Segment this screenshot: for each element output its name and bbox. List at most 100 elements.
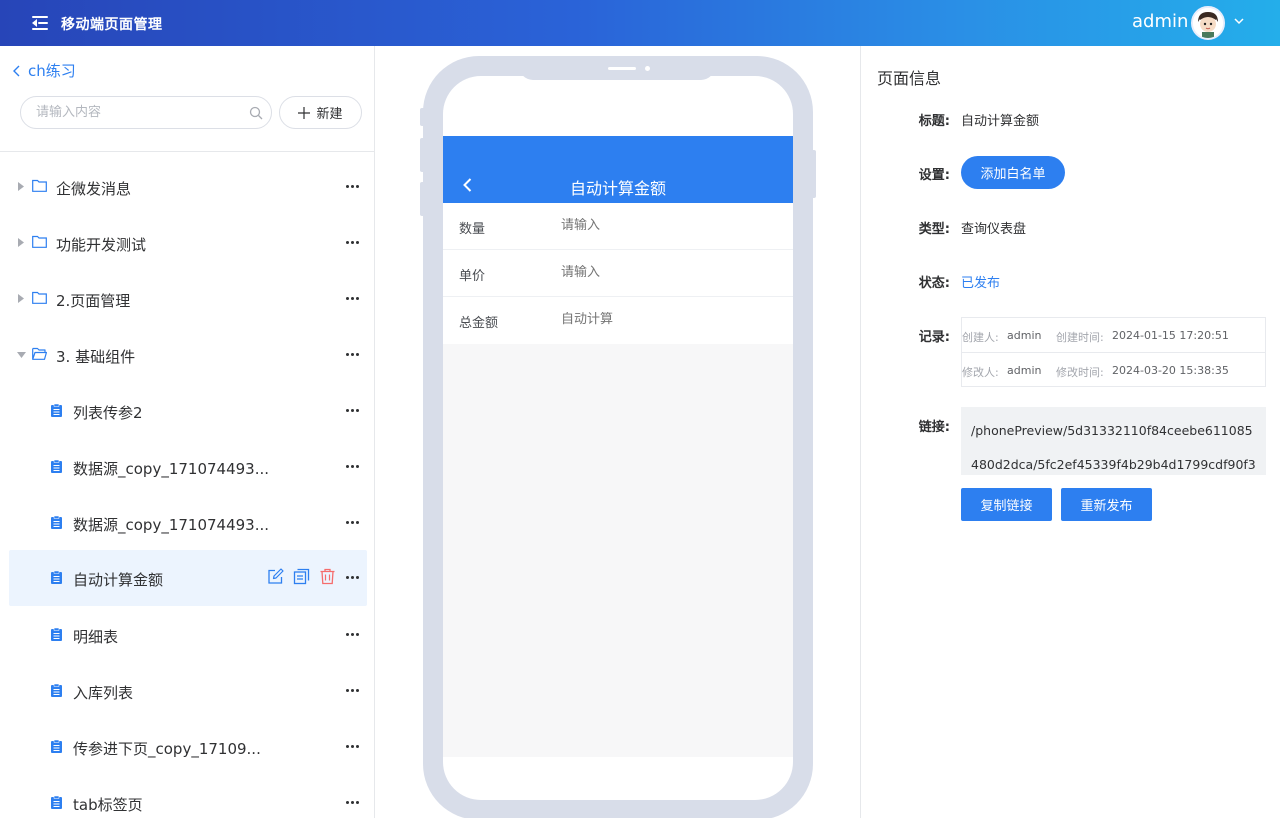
user-name[interactable]: admin	[1132, 11, 1188, 32]
new-button[interactable]: 新建	[279, 96, 362, 129]
more-icon[interactable]	[346, 576, 359, 579]
tree-item-folder[interactable]: 2.页面管理	[9, 271, 367, 327]
tree-item-page[interactable]: 传参进下页_copy_17109...	[9, 719, 367, 775]
caret-right-icon[interactable]	[18, 294, 24, 303]
tree-item-label: tab标签页	[73, 796, 143, 814]
title-value: 自动计算金额	[961, 114, 1040, 129]
document-icon	[51, 796, 62, 809]
tree-item-label: 数据源_copy_171074493...	[73, 516, 270, 534]
more-icon[interactable]	[346, 241, 359, 244]
tree-item-page[interactable]: 数据源_copy_171074493...	[9, 439, 367, 495]
folder-icon	[32, 179, 47, 192]
document-icon	[51, 628, 62, 641]
republish-button[interactable]: 重新发布	[1061, 488, 1152, 521]
record-created-row: 创建人: admin 创建时间: 2024-01-15 17:20:51	[962, 318, 1265, 352]
row-actions	[267, 568, 336, 585]
mobile-nav-bar: 自动计算金额	[443, 136, 793, 203]
edit-icon[interactable]	[267, 568, 284, 585]
phone-frame: 自动计算金额 数量 单价 总金额	[423, 56, 813, 818]
user-avatar[interactable]	[1191, 6, 1225, 40]
more-icon[interactable]	[346, 465, 359, 468]
tree-item-folder[interactable]: 企微发消息	[9, 159, 367, 215]
new-button-label: 新建	[316, 107, 343, 122]
tree-item-page[interactable]: 列表传参2	[9, 383, 367, 439]
chevron-down-icon[interactable]	[1233, 15, 1245, 27]
tree-item-label: 企微发消息	[56, 180, 132, 198]
settings-label: 设置:	[918, 168, 950, 183]
tree-item-page-selected[interactable]: 自动计算金额	[9, 550, 367, 606]
type-label: 类型:	[918, 222, 950, 237]
modified-time-label: 修改时间:	[1056, 366, 1104, 379]
menu-toggle-icon[interactable]	[32, 15, 48, 31]
tree-item-folder[interactable]: 功能开发测试	[9, 215, 367, 271]
title-label: 标题:	[918, 114, 950, 129]
tree-item-label: 列表传参2	[73, 404, 143, 422]
folder-icon	[32, 235, 47, 248]
tree-item-page[interactable]: 数据源_copy_171074493...	[9, 495, 367, 551]
caret-down-icon[interactable]	[17, 352, 26, 358]
folder-icon	[32, 291, 47, 304]
phone-speaker	[608, 67, 636, 70]
record-modified-row: 修改人: admin 修改时间: 2024-03-20 15:38:35	[962, 352, 1265, 386]
record-label: 记录:	[918, 330, 950, 345]
tree-item-label: 2.页面管理	[56, 292, 131, 310]
phone-camera	[645, 66, 650, 71]
copy-icon[interactable]	[293, 568, 310, 585]
more-icon[interactable]	[346, 801, 359, 804]
more-icon[interactable]	[346, 521, 359, 524]
more-icon[interactable]	[346, 409, 359, 412]
back-link[interactable]: ch练习	[12, 60, 76, 81]
total-input[interactable]	[561, 312, 761, 327]
search-box	[20, 96, 272, 129]
status-value: 已发布	[961, 276, 1001, 291]
created-time-value: 2024-01-15 17:20:51	[1112, 329, 1229, 342]
search-icon[interactable]	[249, 106, 263, 120]
creator-value: admin	[1007, 329, 1042, 342]
tree-item-page[interactable]: 明细表	[9, 607, 367, 663]
document-icon	[51, 684, 62, 697]
tree-item-label: 传参进下页_copy_17109...	[73, 740, 261, 758]
caret-right-icon[interactable]	[18, 182, 24, 191]
price-input[interactable]	[561, 265, 761, 280]
back-link-label: ch练习	[28, 62, 76, 80]
more-icon[interactable]	[346, 353, 359, 356]
app-title: 移动端页面管理	[61, 17, 163, 33]
link-value: /phonePreview/5d31332110f84ceebe61108548…	[961, 407, 1266, 506]
link-label: 链接:	[918, 420, 950, 435]
record-box: 创建人: admin 创建时间: 2024-01-15 17:20:51 修改人…	[961, 317, 1266, 387]
more-icon[interactable]	[346, 633, 359, 636]
document-icon	[51, 404, 62, 417]
tree-item-label: 明细表	[73, 628, 119, 646]
quantity-input[interactable]	[561, 218, 761, 233]
mobile-page-title: 自动计算金额	[569, 179, 666, 198]
page-tree-sidebar: ch练习 新建 企微发消息 功能开发测试 2.页面管理	[0, 46, 375, 818]
status-label: 状态:	[918, 276, 950, 291]
tree-item-label: 数据源_copy_171074493...	[73, 460, 270, 478]
modifier-label: 修改人:	[962, 366, 999, 379]
copy-link-button[interactable]: 复制链接	[961, 488, 1052, 521]
search-input[interactable]	[21, 97, 231, 128]
top-header: 移动端页面管理 admin	[0, 0, 1280, 46]
divider	[0, 151, 374, 152]
document-icon	[51, 740, 62, 753]
more-icon[interactable]	[346, 689, 359, 692]
more-icon[interactable]	[346, 297, 359, 300]
document-icon	[51, 571, 62, 584]
more-icon[interactable]	[346, 185, 359, 188]
delete-icon[interactable]	[319, 568, 336, 585]
tree-item-label: 自动计算金额	[73, 571, 164, 589]
tree-item-page[interactable]: 入库列表	[9, 663, 367, 719]
tree-item-label: 入库列表	[73, 684, 134, 702]
quantity-label: 数量	[459, 222, 486, 237]
price-label: 单价	[459, 269, 486, 284]
total-label: 总金额	[459, 316, 499, 331]
more-icon[interactable]	[346, 745, 359, 748]
modified-time-value: 2024-03-20 15:38:35	[1112, 364, 1229, 377]
info-section-title: 页面信息	[877, 69, 942, 88]
caret-right-icon[interactable]	[18, 238, 24, 247]
modifier-value: admin	[1007, 364, 1042, 377]
add-whitelist-button[interactable]: 添加白名单	[961, 156, 1065, 189]
type-value: 查询仪表盘	[961, 222, 1027, 237]
tree-item-page[interactable]: tab标签页	[9, 775, 367, 818]
tree-item-folder-expanded[interactable]: 3. 基础组件	[9, 327, 367, 383]
